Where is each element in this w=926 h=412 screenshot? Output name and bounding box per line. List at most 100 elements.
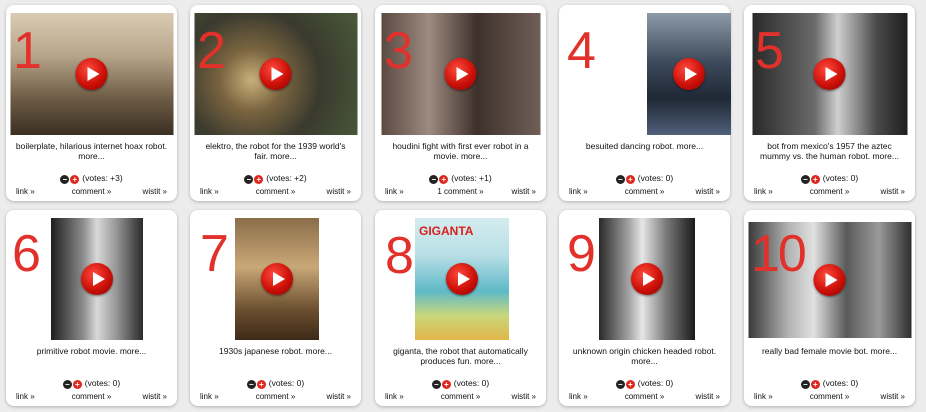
video-thumbnail[interactable]: 10 (748, 222, 911, 338)
rank-number: 10 (751, 225, 807, 283)
vote-count: (votes: 0) (268, 378, 305, 388)
wistit-button[interactable]: wistit » (327, 392, 351, 402)
play-icon[interactable] (261, 263, 293, 295)
vote-controls: − + (votes: +1) (375, 173, 546, 184)
video-card: 4 besuited dancing robot. more... − + (vot… (559, 5, 731, 201)
video-thumbnail[interactable]: 3 (381, 13, 540, 135)
vote-up-icon[interactable]: + (810, 175, 820, 184)
vote-down-icon[interactable]: − (800, 175, 810, 184)
video-caption[interactable]: bot from mexico's 1957 the aztec mummy v… (752, 141, 907, 161)
rank-number: 5 (755, 22, 784, 80)
play-icon[interactable] (259, 58, 292, 90)
vote-down-icon[interactable]: − (246, 380, 256, 389)
play-icon[interactable] (446, 263, 478, 295)
vote-down-icon[interactable]: − (615, 175, 625, 184)
rank-number: 2 (197, 22, 226, 80)
play-icon[interactable] (673, 58, 705, 90)
vote-up-icon[interactable]: + (439, 175, 449, 184)
wistit-button[interactable]: wistit » (512, 187, 536, 197)
video-card: 10 really bad female movie bot. more... … (744, 210, 915, 406)
poster-title: GIGANTA (419, 224, 474, 238)
vote-down-icon[interactable]: − (60, 175, 70, 184)
wistit-button[interactable]: wistit » (696, 187, 720, 197)
video-card: 1 boilerplate, hilarious internet hoax r… (6, 5, 177, 201)
video-thumbnail[interactable]: 5 (752, 13, 907, 135)
vote-count: (votes: 0) (637, 173, 674, 183)
vote-down-icon[interactable]: − (615, 380, 625, 389)
vote-down-icon[interactable]: − (244, 175, 254, 184)
play-icon[interactable] (813, 264, 846, 296)
rank-number: 1 (13, 22, 42, 80)
video-caption[interactable]: really bad female movie bot. more... (752, 346, 907, 356)
video-caption[interactable]: primitive robot movie. more... (14, 346, 169, 356)
vote-count: (votes: +1) (451, 173, 492, 183)
vote-up-icon[interactable]: + (70, 175, 80, 184)
video-card: 5 bot from mexico's 1957 the aztec mummy… (744, 5, 915, 201)
video-caption[interactable]: 1930s japanese robot. more... (198, 346, 353, 356)
vote-up-icon[interactable]: + (256, 380, 266, 389)
rank-number: 7 (200, 225, 229, 283)
video-thumbnail[interactable]: 2 (194, 13, 357, 135)
video-card: 2 elektro, the robot for the 1939 world'… (190, 5, 361, 201)
vote-down-icon[interactable]: − (429, 175, 439, 184)
video-card: 7 1930s japanese robot. more... − + (votes… (190, 210, 361, 406)
vote-controls: − + (votes: +3) (6, 173, 177, 184)
vote-up-icon[interactable]: + (441, 380, 451, 389)
vote-count: (votes: 0) (822, 378, 859, 388)
video-caption[interactable]: boilerplate, hilarious internet hoax rob… (14, 141, 169, 161)
video-caption[interactable]: elektro, the robot for the 1939 world's … (198, 141, 353, 161)
play-icon[interactable] (813, 58, 846, 90)
video-thumbnail[interactable] (647, 13, 731, 135)
wistit-button[interactable]: wistit » (327, 187, 351, 197)
vote-up-icon[interactable]: + (254, 175, 264, 184)
rank-number: 6 (12, 225, 41, 283)
wistit-button[interactable]: wistit » (881, 392, 905, 402)
wistit-button[interactable]: wistit » (881, 187, 905, 197)
video-caption[interactable]: besuited dancing robot. more... (567, 141, 722, 151)
rank-number: 9 (567, 225, 596, 283)
vote-controls: − + (votes: 0) (744, 378, 915, 389)
vote-controls: − + (votes: 0) (559, 173, 730, 184)
play-icon[interactable] (631, 263, 663, 295)
play-icon[interactable] (81, 263, 113, 295)
play-icon[interactable] (75, 58, 108, 90)
vote-controls: − + (votes: 0) (190, 378, 361, 389)
vote-count: (votes: 0) (822, 173, 859, 183)
robot-video-grid: 1 boilerplate, hilarious internet hoax r… (0, 0, 926, 412)
wistit-button[interactable]: wistit » (696, 392, 720, 402)
rank-number: 4 (567, 22, 596, 80)
wistit-button[interactable]: wistit » (143, 392, 167, 402)
vote-up-icon[interactable]: + (625, 175, 635, 184)
vote-up-icon[interactable]: + (72, 380, 82, 389)
video-thumbnail[interactable] (235, 218, 319, 340)
wistit-button[interactable]: wistit » (143, 187, 167, 197)
vote-controls: − + (votes: +2) (190, 173, 361, 184)
vote-controls: − + (votes: 0) (559, 378, 730, 389)
rank-number: 8 (385, 227, 414, 285)
vote-count: (votes: 0) (84, 378, 121, 388)
video-caption[interactable]: unknown origin chicken headed robot. mor… (567, 346, 722, 366)
video-card: 3 houdini fight with first ever robot in… (375, 5, 546, 201)
play-icon[interactable] (444, 58, 477, 90)
vote-controls: − + (votes: 0) (375, 378, 546, 389)
vote-count: (votes: 0) (637, 378, 674, 388)
vote-count: (votes: 0) (453, 378, 490, 388)
video-thumbnail[interactable] (51, 218, 143, 340)
video-thumbnail[interactable]: GIGANTA (415, 218, 509, 340)
wistit-button[interactable]: wistit » (512, 392, 536, 402)
vote-down-icon[interactable]: − (62, 380, 72, 389)
vote-count: (votes: +2) (266, 173, 307, 183)
vote-count: (votes: +3) (82, 173, 123, 183)
video-thumbnail[interactable]: 1 (10, 13, 173, 135)
vote-up-icon[interactable]: + (625, 380, 635, 389)
vote-down-icon[interactable]: − (431, 380, 441, 389)
rank-number: 3 (384, 22, 413, 80)
vote-controls: − + (votes: 0) (6, 378, 177, 389)
video-caption[interactable]: giganta, the robot that automatically pr… (383, 346, 538, 366)
video-thumbnail[interactable] (599, 218, 695, 340)
video-card: GIGANTA 8 giganta, the robot that automa… (375, 210, 546, 406)
vote-up-icon[interactable]: + (810, 380, 820, 389)
video-card: 9 unknown origin chicken headed robot. m… (559, 210, 730, 406)
vote-down-icon[interactable]: − (800, 380, 810, 389)
video-caption[interactable]: houdini fight with first ever robot in a… (383, 141, 538, 161)
